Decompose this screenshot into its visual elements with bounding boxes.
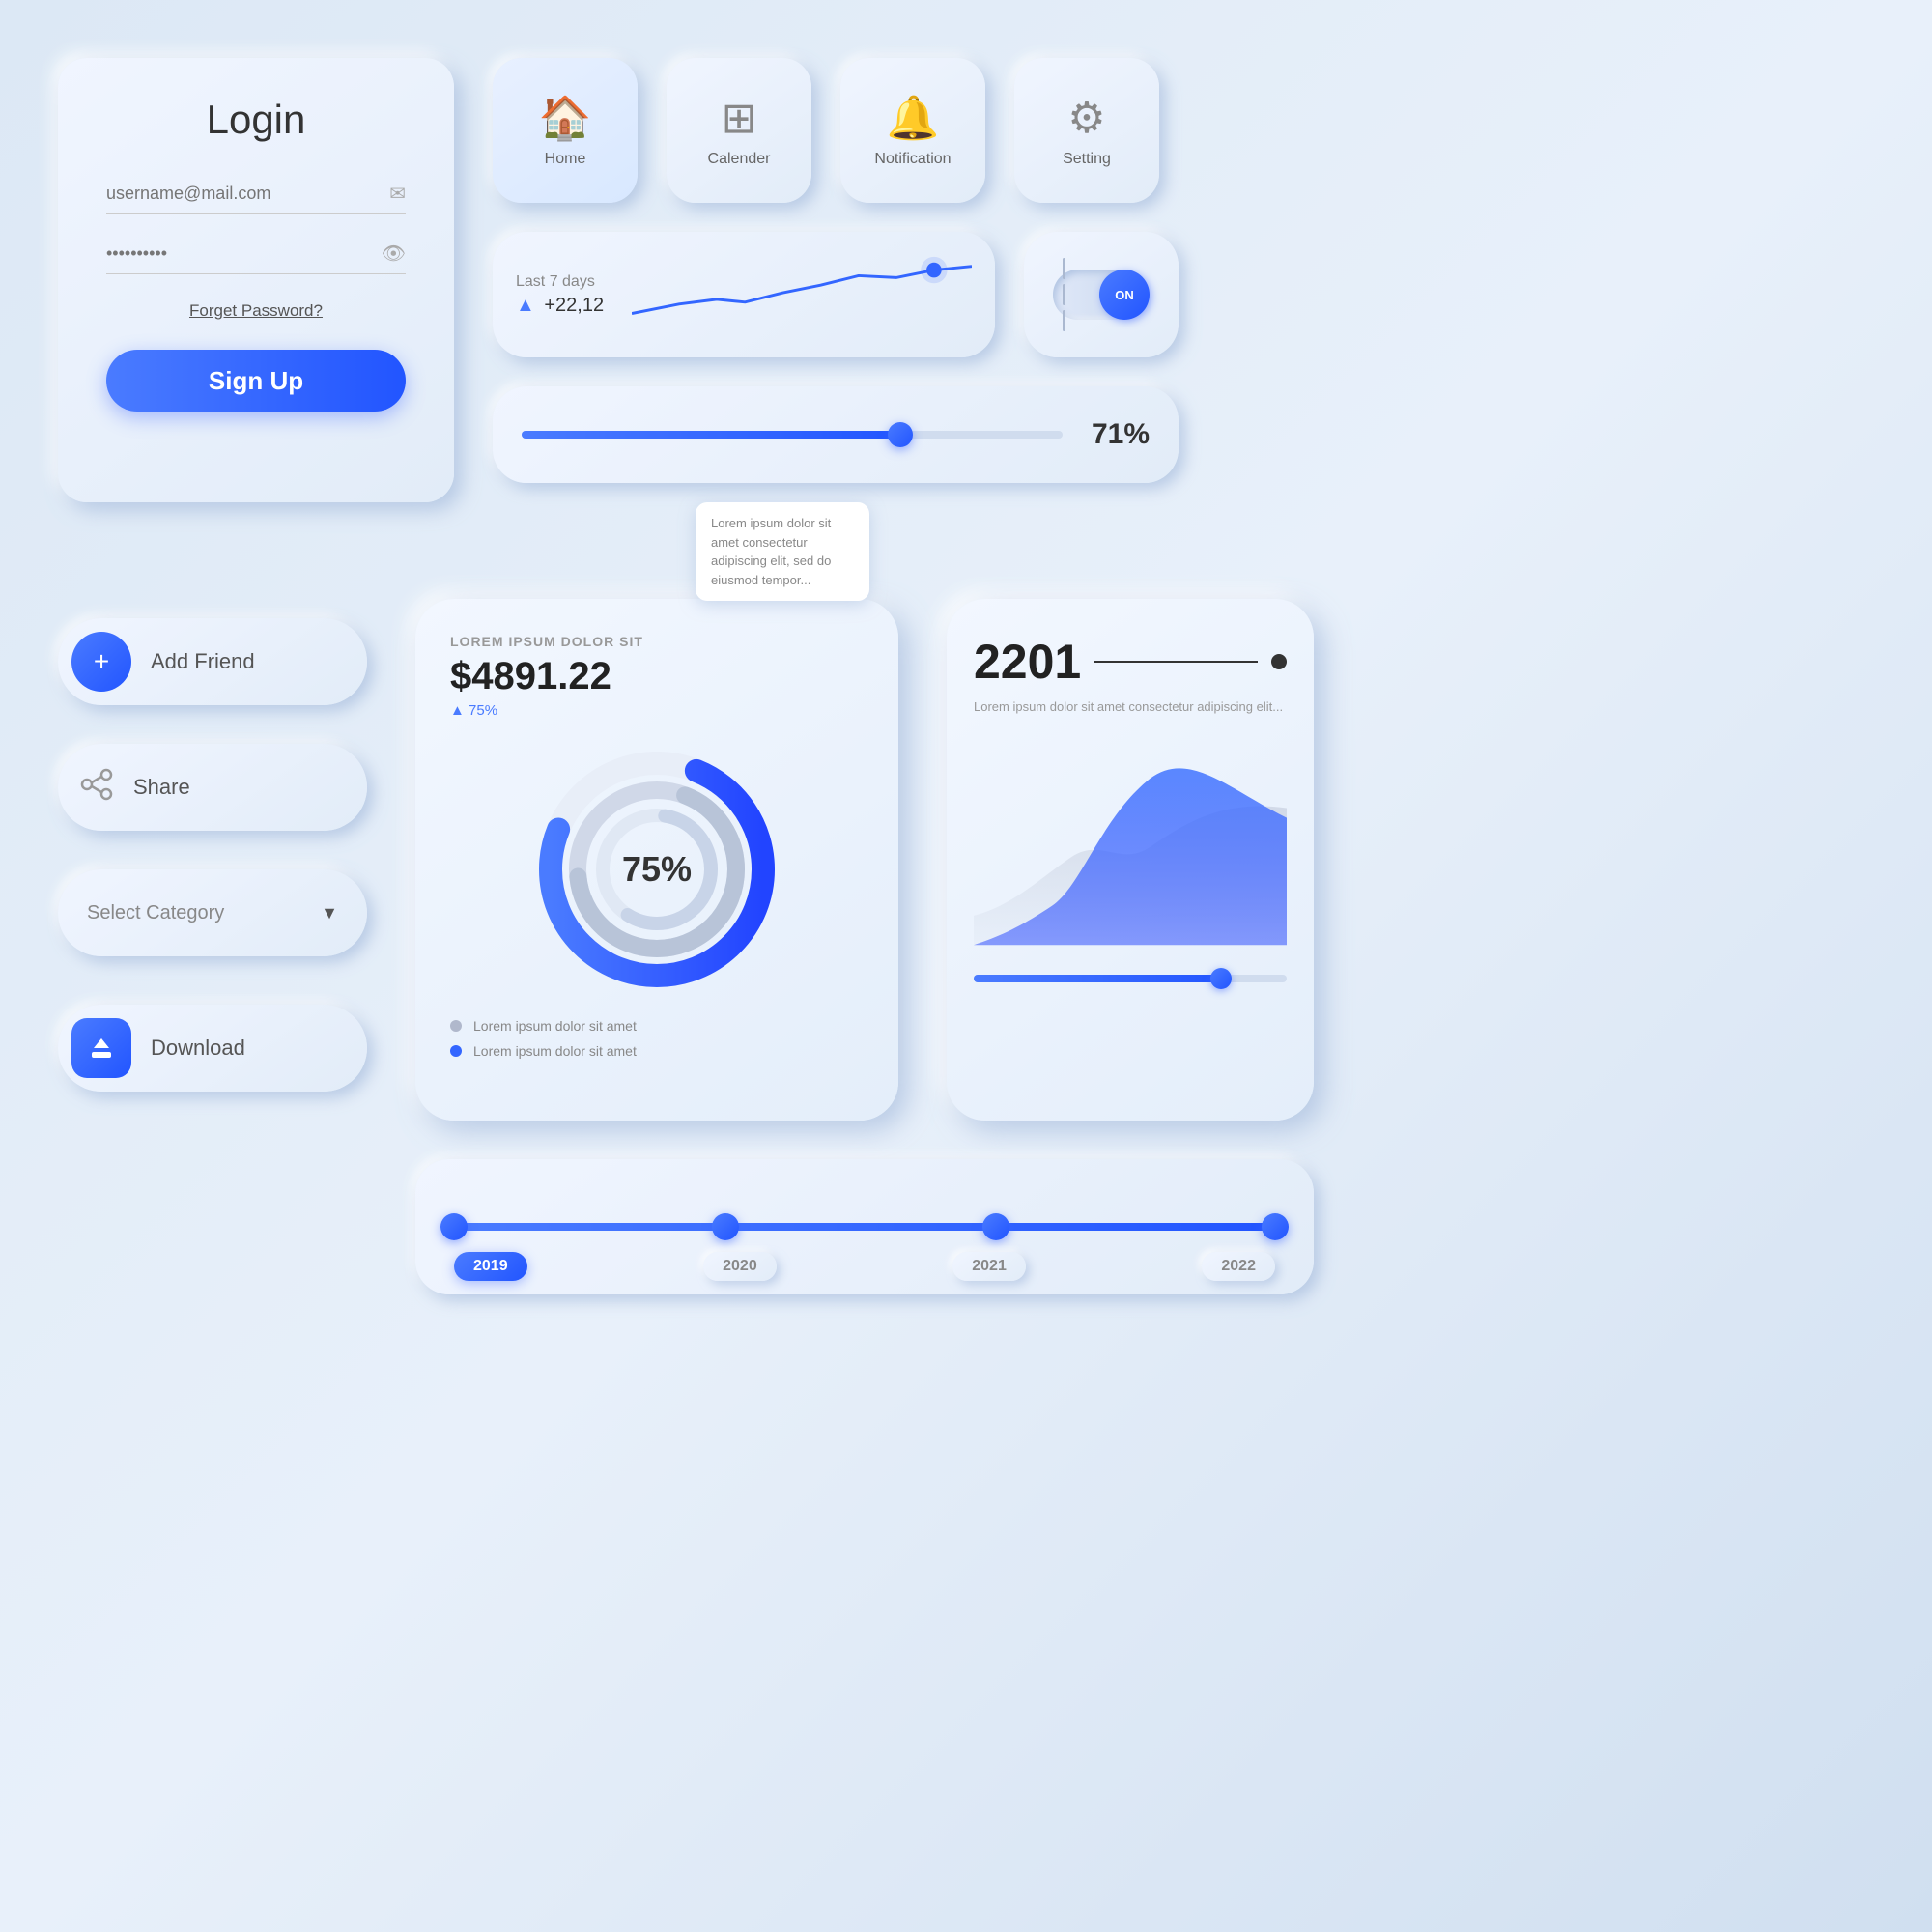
line-chart xyxy=(632,256,972,333)
timeline-labels: 2019 2020 2021 2022 xyxy=(454,1252,1275,1281)
donut-change: ▲ 75% xyxy=(450,702,864,719)
toggle-lines xyxy=(1053,258,1065,331)
share-icon xyxy=(79,767,114,809)
download-icon xyxy=(71,1018,131,1078)
stats-number: 2201 xyxy=(974,634,1287,690)
nav-bar: 🏠 Home ⊞ Calender 🔔 Notification ⚙ Setti… xyxy=(493,58,1159,203)
area-chart-svg xyxy=(974,736,1287,958)
stats-dot xyxy=(1271,654,1287,669)
select-category-dropdown[interactable]: Select Category ▼ xyxy=(58,869,367,956)
legend-item-1: Lorem ipsum dolor sit amet xyxy=(450,1018,864,1034)
toggle-line-3 xyxy=(1063,310,1065,331)
username-row: ✉ xyxy=(106,182,406,214)
slider-widget: 71% xyxy=(493,386,1179,483)
eye-icon[interactable]: 👁 xyxy=(382,242,406,266)
year-wrapper-2020: 2020 xyxy=(703,1252,777,1281)
timeline-dot-2020[interactable] xyxy=(712,1213,739,1240)
chevron-down-icon: ▼ xyxy=(321,903,338,923)
nav-setting[interactable]: ⚙ Setting xyxy=(1014,58,1159,203)
tooltip: Lorem ipsum dolor sit amet consectetur a… xyxy=(696,502,869,601)
toggle-knob: ON xyxy=(1099,270,1150,320)
plus-icon: + xyxy=(71,632,131,692)
donut-center-value: 75% xyxy=(622,849,692,890)
donut-card: LOREM IPSUM DOLOR SIT $4891.22 ▲ 75% 75% xyxy=(415,599,898,1121)
year-wrapper-2021: 2021 xyxy=(952,1252,1026,1281)
password-input[interactable] xyxy=(106,243,382,264)
calendar-icon: ⊞ xyxy=(722,94,757,143)
donut-subtitle: LOREM IPSUM DOLOR SIT xyxy=(450,634,864,649)
legend-label-2: Lorem ipsum dolor sit amet xyxy=(473,1043,637,1059)
timeline-dot-2019[interactable] xyxy=(440,1213,468,1240)
year-2021[interactable]: 2021 xyxy=(952,1252,1026,1281)
stats-slider-thumb[interactable] xyxy=(1210,968,1232,989)
slider-track[interactable] xyxy=(522,431,1063,439)
share-label: Share xyxy=(133,775,190,800)
nav-calendar[interactable]: ⊞ Calender xyxy=(667,58,811,203)
email-icon: ✉ xyxy=(389,182,406,206)
select-category-label: Select Category xyxy=(87,902,224,924)
legend-label-1: Lorem ipsum dolor sit amet xyxy=(473,1018,637,1034)
legend-dot-1 xyxy=(450,1020,462,1032)
toggle-line-2 xyxy=(1063,284,1065,305)
toggle-widget[interactable]: ON xyxy=(1024,232,1179,357)
username-input[interactable] xyxy=(106,184,389,204)
login-card: Login ✉ 👁 Forget Password? Sign Up xyxy=(58,58,454,502)
toggle-track: ON xyxy=(1053,270,1150,320)
add-friend-button[interactable]: + Add Friend xyxy=(58,618,367,705)
timeline-dot-2021[interactable] xyxy=(982,1213,1009,1240)
gear-icon: ⚙ xyxy=(1067,94,1105,143)
legend-item-2: Lorem ipsum dolor sit amet xyxy=(450,1043,864,1059)
home-icon: 🏠 xyxy=(539,93,592,143)
donut-legend: Lorem ipsum dolor sit amet Lorem ipsum d… xyxy=(450,1018,864,1059)
donut-chart-area: 75% xyxy=(450,734,864,1005)
stats-card: 2201 Lorem ipsum dolor sit amet consecte… xyxy=(947,599,1314,1121)
timeline-fill xyxy=(454,1223,1275,1231)
nav-setting-label: Setting xyxy=(1063,151,1111,168)
toggle-state-label: ON xyxy=(1115,288,1134,302)
add-friend-label: Add Friend xyxy=(151,649,255,674)
bell-icon: 🔔 xyxy=(887,93,940,143)
chart-arrow-icon: ▲ xyxy=(516,295,535,316)
stats-line xyxy=(1094,661,1258,663)
toggle-line-1 xyxy=(1063,258,1065,279)
chart-change-value: ▲ +22,12 xyxy=(516,295,632,317)
year-wrapper-2019: 2019 xyxy=(454,1252,527,1281)
chart-days-label: Last 7 days xyxy=(516,273,632,291)
year-2020[interactable]: 2020 xyxy=(703,1252,777,1281)
donut-amount: $4891.22 xyxy=(450,655,864,698)
stats-slider-fill xyxy=(974,975,1224,982)
timeline-card: 2019 2020 2021 2022 xyxy=(415,1159,1314,1294)
year-2019[interactable]: 2019 xyxy=(454,1252,527,1281)
nav-home-label: Home xyxy=(545,151,586,168)
slider-thumb[interactable] xyxy=(888,422,913,447)
tooltip-text: Lorem ipsum dolor sit amet consectetur a… xyxy=(711,516,831,587)
year-2022[interactable]: 2022 xyxy=(1202,1252,1275,1281)
year-wrapper-2022: 2022 xyxy=(1202,1252,1275,1281)
slider-value-label: 71% xyxy=(1082,418,1150,451)
chart-info: Last 7 days ▲ +22,12 xyxy=(516,273,632,317)
chart-widget: Last 7 days ▲ +22,12 xyxy=(493,232,995,357)
nav-notification-label: Notification xyxy=(874,151,951,168)
stats-description: Lorem ipsum dolor sit amet consectetur a… xyxy=(974,697,1287,717)
password-row: 👁 xyxy=(106,242,406,274)
nav-notification[interactable]: 🔔 Notification xyxy=(840,58,985,203)
legend-dot-2 xyxy=(450,1045,462,1057)
login-title: Login xyxy=(106,97,406,143)
download-button[interactable]: Download xyxy=(58,1005,367,1092)
stats-slider[interactable] xyxy=(974,975,1287,982)
slider-fill xyxy=(522,431,906,439)
download-label: Download xyxy=(151,1036,245,1061)
timeline-track: 2019 2020 2021 2022 xyxy=(454,1223,1275,1231)
sign-up-button[interactable]: Sign Up xyxy=(106,350,406,412)
nav-calendar-label: Calender xyxy=(708,151,771,168)
forget-password-link[interactable]: Forget Password? xyxy=(106,301,406,321)
timeline-dot-2022[interactable] xyxy=(1262,1213,1289,1240)
nav-home[interactable]: 🏠 Home xyxy=(493,58,638,203)
share-button[interactable]: Share xyxy=(58,744,367,831)
